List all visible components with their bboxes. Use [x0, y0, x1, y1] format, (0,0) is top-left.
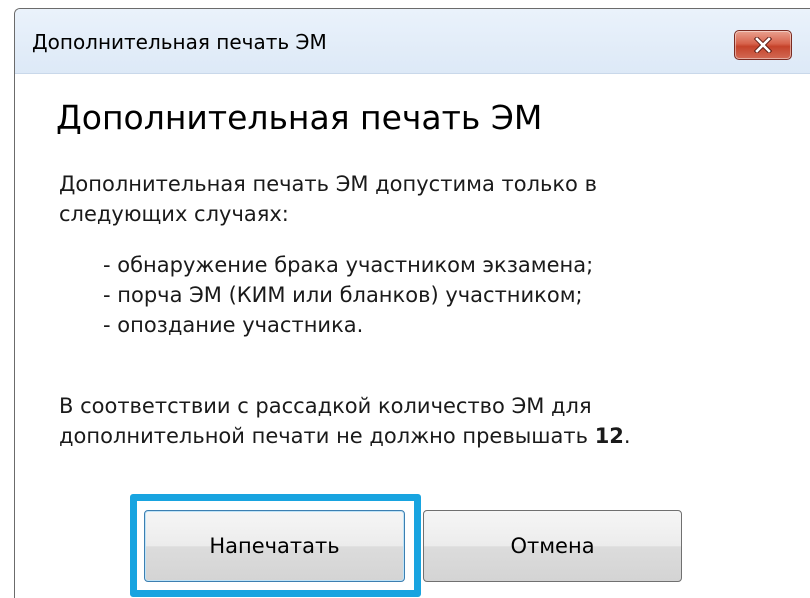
- limit-line: В соответствии с рассадкой количество ЭМ…: [59, 394, 592, 418]
- list-item: - обнаружение брака участником экзамена;: [103, 253, 594, 277]
- window-title: Дополнительная печать ЭМ: [32, 30, 327, 54]
- intro-line: Дополнительная печать ЭМ допустима тольк…: [59, 172, 597, 196]
- list-item: - порча ЭМ (КИМ или бланков) участником;: [103, 283, 583, 307]
- cancel-button[interactable]: Отмена: [423, 510, 682, 582]
- limit-line: дополнительной печати не должно превышат…: [59, 421, 631, 451]
- cases-list: - обнаружение брака участником экзамена;…: [103, 250, 593, 340]
- dialog-content: Дополнительная печать ЭМ Дополнительная …: [15, 74, 810, 598]
- print-button[interactable]: Напечатать: [144, 510, 405, 582]
- limit-line-suffix: .: [623, 424, 631, 448]
- intro-line: следующих случаях:: [59, 202, 289, 226]
- list-item: - опоздание участника.: [103, 313, 364, 337]
- limit-text: В соответствии с рассадкой количество ЭМ…: [59, 391, 631, 451]
- intro-text: Дополнительная печать ЭМ допустима тольк…: [59, 169, 597, 229]
- limit-line-prefix: дополнительной печати не должно превышат…: [59, 424, 588, 448]
- dialog-window: Дополнительная печать ЭМ Дополнительная …: [14, 8, 810, 598]
- close-button[interactable]: [734, 30, 792, 60]
- limit-count: 12: [594, 424, 624, 448]
- dialog-heading: Дополнительная печать ЭМ: [56, 98, 543, 137]
- close-x-icon: [754, 37, 772, 53]
- title-bar[interactable]: Дополнительная печать ЭМ: [15, 9, 810, 74]
